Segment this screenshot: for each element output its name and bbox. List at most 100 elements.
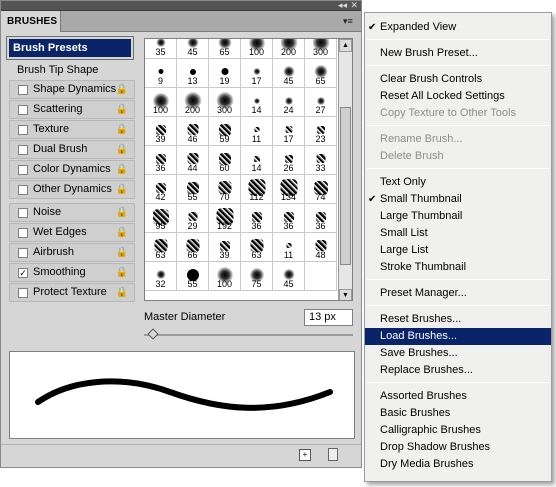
brush-thumbnail[interactable]: 39 bbox=[209, 233, 241, 262]
brush-thumbnail[interactable]: 112 bbox=[241, 175, 273, 204]
brush-thumbnail[interactable]: 66 bbox=[177, 233, 209, 262]
brush-thumbnail[interactable]: 23 bbox=[305, 117, 337, 146]
brush-option-wet-edges[interactable]: Wet Edges 🔒 bbox=[9, 223, 135, 242]
brush-thumbnail[interactable]: 11 bbox=[273, 233, 305, 262]
brush-thumbnail[interactable]: 60 bbox=[209, 146, 241, 175]
brush-thumbnail[interactable]: 19 bbox=[209, 59, 241, 88]
brush-presets-item[interactable]: Brush Presets bbox=[6, 36, 134, 60]
brush-thumbnail[interactable]: 17 bbox=[241, 59, 273, 88]
option-checkbox[interactable] bbox=[18, 228, 28, 238]
brush-thumbnail[interactable]: 26 bbox=[273, 146, 305, 175]
brush-thumbnail[interactable]: 65 bbox=[305, 59, 337, 88]
lock-icon[interactable]: 🔒 bbox=[116, 84, 128, 95]
brush-thumbnail[interactable]: 55 bbox=[177, 175, 209, 204]
brush-thumbnail[interactable]: 17 bbox=[273, 117, 305, 146]
scroll-down-icon[interactable]: ▼ bbox=[339, 289, 352, 300]
menu-item-preset-manager[interactable]: Preset Manager... bbox=[365, 285, 551, 302]
menu-item-drop-shadow-brushes[interactable]: Drop Shadow Brushes bbox=[365, 439, 551, 456]
menu-item-replace-brushes[interactable]: Replace Brushes... bbox=[365, 362, 551, 379]
brush-thumbnail[interactable]: 11 bbox=[241, 117, 273, 146]
menu-item-stroke-thumbnail[interactable]: Stroke Thumbnail bbox=[365, 259, 551, 276]
lock-icon[interactable]: 🔒 bbox=[116, 104, 128, 115]
option-checkbox[interactable]: ✓ bbox=[18, 268, 28, 278]
menu-item-text-only[interactable]: Text Only bbox=[365, 174, 551, 191]
option-checkbox[interactable] bbox=[18, 85, 28, 95]
menu-item-large-thumbnail[interactable]: Large Thumbnail bbox=[365, 208, 551, 225]
brush-thumbnail[interactable]: 35 bbox=[145, 39, 177, 59]
new-preset-icon[interactable]: + bbox=[299, 449, 311, 461]
menu-item-basic-brushes[interactable]: Basic Brushes bbox=[365, 405, 551, 422]
option-checkbox[interactable] bbox=[18, 185, 28, 195]
menu-item-calligraphic-brushes[interactable]: Calligraphic Brushes bbox=[365, 422, 551, 439]
brush-option-smoothing[interactable]: ✓ Smoothing 🔒 bbox=[9, 263, 135, 282]
menu-item-dry-media-brushes[interactable]: Dry Media Brushes bbox=[365, 456, 551, 473]
brush-thumbnail[interactable]: 45 bbox=[273, 262, 305, 291]
menu-item-assorted-brushes[interactable]: Assorted Brushes bbox=[365, 388, 551, 405]
brush-thumbnail[interactable]: 200 bbox=[177, 88, 209, 117]
scroll-thumb[interactable] bbox=[340, 107, 351, 265]
menu-item-reset-all-locked-settings[interactable]: Reset All Locked Settings bbox=[365, 88, 551, 105]
brush-thumbnail[interactable]: 300 bbox=[209, 88, 241, 117]
lock-icon[interactable]: 🔒 bbox=[116, 227, 128, 238]
brush-thumbnail[interactable]: 75 bbox=[241, 262, 273, 291]
brush-thumbnail[interactable]: 200 bbox=[273, 39, 305, 59]
brush-thumbnail[interactable]: 36 bbox=[305, 204, 337, 233]
brush-thumbnail[interactable]: 100 bbox=[209, 262, 241, 291]
brush-option-noise[interactable]: Noise 🔒 bbox=[9, 203, 135, 222]
menu-item-small-list[interactable]: Small List bbox=[365, 225, 551, 242]
menu-item-small-thumbnail[interactable]: ✔ Small Thumbnail bbox=[365, 191, 551, 208]
brush-option-other-dynamics[interactable]: Other Dynamics 🔒 bbox=[9, 180, 135, 199]
collapse-icon[interactable]: ◂◂ bbox=[338, 0, 347, 10]
panel-menu-icon[interactable]: ▾≡ bbox=[343, 15, 355, 27]
menu-item-clear-brush-controls[interactable]: Clear Brush Controls bbox=[365, 71, 551, 88]
brush-option-texture[interactable]: Texture 🔒 bbox=[9, 120, 135, 139]
brush-thumbnail[interactable]: 63 bbox=[241, 233, 273, 262]
tab-brushes[interactable]: BRUSHES bbox=[1, 11, 61, 32]
menu-item-new-brush-preset[interactable]: New Brush Preset... bbox=[365, 45, 551, 62]
brush-option-color-dynamics[interactable]: Color Dynamics 🔒 bbox=[9, 160, 135, 179]
brush-thumbnail[interactable]: 45 bbox=[177, 39, 209, 59]
lock-icon[interactable]: 🔒 bbox=[116, 144, 128, 155]
brush-thumbnail[interactable]: 27 bbox=[305, 88, 337, 117]
brush-thumbnail[interactable]: 192 bbox=[209, 204, 241, 233]
lock-icon[interactable]: 🔒 bbox=[116, 267, 128, 278]
option-checkbox[interactable] bbox=[18, 248, 28, 258]
scroll-up-icon[interactable]: ▲ bbox=[339, 39, 352, 52]
menu-item-save-brushes[interactable]: Save Brushes... bbox=[365, 345, 551, 362]
brush-thumbnail[interactable]: 29 bbox=[177, 204, 209, 233]
lock-icon[interactable]: 🔒 bbox=[116, 247, 128, 258]
brush-thumbnail[interactable]: 55 bbox=[177, 262, 209, 291]
brush-thumbnail[interactable]: 44 bbox=[177, 146, 209, 175]
brush-thumbnail[interactable]: 46 bbox=[177, 117, 209, 146]
brush-thumbnail[interactable]: 70 bbox=[209, 175, 241, 204]
lock-icon[interactable]: 🔒 bbox=[116, 164, 128, 175]
brush-thumbnail[interactable]: 9 bbox=[145, 59, 177, 88]
brush-thumbnail[interactable]: 95 bbox=[145, 204, 177, 233]
brush-thumbnail[interactable]: 32 bbox=[145, 262, 177, 291]
option-checkbox[interactable] bbox=[18, 105, 28, 115]
brush-option-protect-texture[interactable]: Protect Texture 🔒 bbox=[9, 283, 135, 302]
brush-thumbnail[interactable]: 300 bbox=[305, 39, 337, 59]
brush-thumbnail[interactable]: 36 bbox=[241, 204, 273, 233]
menu-item-reset-brushes[interactable]: Reset Brushes... bbox=[365, 311, 551, 328]
brush-thumbnail[interactable]: 100 bbox=[145, 88, 177, 117]
brush-thumbnail[interactable]: 24 bbox=[273, 88, 305, 117]
trash-icon[interactable] bbox=[328, 448, 338, 461]
lock-icon[interactable]: 🔒 bbox=[116, 124, 128, 135]
brush-thumbnail[interactable]: 59 bbox=[209, 117, 241, 146]
brush-thumbnail[interactable]: 45 bbox=[273, 59, 305, 88]
option-checkbox[interactable] bbox=[18, 288, 28, 298]
grid-scrollbar[interactable]: ▲ ▼ bbox=[338, 39, 352, 300]
master-diameter-slider-knob[interactable] bbox=[147, 328, 159, 340]
menu-item-expanded-view[interactable]: ✔ Expanded View bbox=[365, 19, 551, 36]
brush-thumbnail[interactable]: 65 bbox=[209, 39, 241, 59]
option-checkbox[interactable] bbox=[18, 145, 28, 155]
close-icon[interactable]: ✕ bbox=[350, 0, 358, 10]
brush-thumbnail[interactable]: 33 bbox=[305, 146, 337, 175]
brush-thumbnail[interactable]: 14 bbox=[241, 146, 273, 175]
brush-thumbnail[interactable]: 63 bbox=[145, 233, 177, 262]
brush-thumbnail[interactable]: 13 bbox=[177, 59, 209, 88]
brush-thumbnail[interactable]: 36 bbox=[273, 204, 305, 233]
menu-item-load-brushes[interactable]: Load Brushes... bbox=[365, 328, 551, 345]
brush-tip-shape-item[interactable]: Brush Tip Shape bbox=[17, 64, 98, 76]
